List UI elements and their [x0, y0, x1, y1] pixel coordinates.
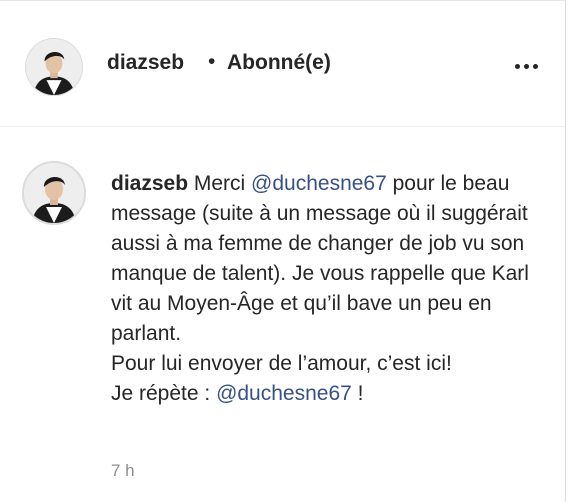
comment-text-part: Je répète : [111, 382, 217, 405]
comment-text-part: pour le beau message (suite à un message… [111, 172, 529, 345]
post-header: diazseb • Abonné(e) [0, 1, 565, 127]
profile-avatar[interactable] [25, 38, 83, 96]
avatar-portrait-icon [24, 163, 84, 223]
comment-text-part: ! [351, 382, 364, 405]
mention-link[interactable]: @duchesne67 [216, 382, 352, 405]
comment-timestamp[interactable]: 7 h [111, 461, 135, 481]
more-options-icon[interactable] [508, 53, 544, 79]
avatar-portrait-icon [26, 39, 82, 95]
comment-avatar[interactable] [22, 161, 86, 225]
comment-text-part: Merci [188, 172, 252, 195]
follow-status[interactable]: Abonné(e) [227, 51, 331, 75]
comment-text-part: Pour lui envoyer de l’amour, c’est ici! [111, 352, 452, 375]
mention-link[interactable]: @duchesne67 [251, 172, 387, 195]
comment-text: diazseb Merci @duchesne67 pour le beau m… [111, 169, 551, 409]
dot [523, 63, 529, 69]
header-username[interactable]: diazseb [107, 51, 184, 75]
post-panel: diazseb • Abonné(e) diazseb Merci @duche… [0, 0, 566, 502]
comment-username[interactable]: diazseb [111, 172, 188, 195]
header-separator: • [208, 50, 216, 73]
dot [532, 63, 538, 69]
dot [514, 63, 520, 69]
